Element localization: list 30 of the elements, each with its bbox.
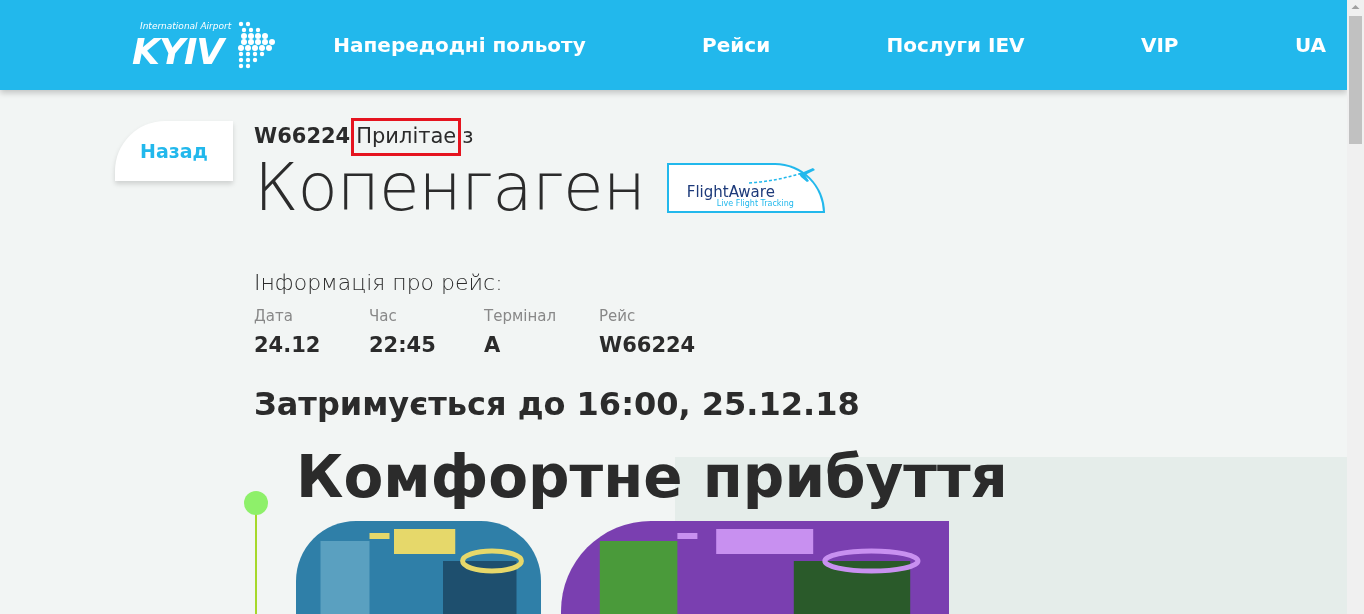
section-title: Комфортне прибуття [296, 445, 1009, 510]
delay-status: Затримується до 16:00, 25.12.18 [254, 383, 860, 425]
preposition: з [462, 123, 474, 150]
scrollbar[interactable] [1347, 0, 1364, 614]
nav-link[interactable]: VIP [1140, 30, 1179, 60]
logo-wordmark: KYIV [132, 33, 232, 70]
info-label: Час [369, 305, 398, 327]
info-label: Дата [254, 305, 294, 327]
info-label: Термінал [484, 305, 557, 327]
back-button[interactable]: Назад [115, 121, 233, 181]
nav-link[interactable]: Рейси [702, 30, 771, 60]
timeline-dot [244, 490, 268, 515]
city-name: Копенгаген [254, 154, 645, 221]
info-value: A [484, 332, 502, 359]
logo-tagline: International Airport [140, 20, 232, 34]
flight-status: Прилітае [354, 121, 459, 153]
flight-number: W66224 [254, 123, 351, 150]
nav-link[interactable]: UA [1294, 30, 1326, 60]
flightaware-logo[interactable]: FlightAware Live Flight Tracking [666, 162, 825, 213]
info-value: 22:45 [369, 332, 437, 359]
flightaware-name: FlightAware [686, 184, 775, 200]
info-value: W66224 [599, 332, 697, 359]
info-label: Рейс [599, 305, 637, 327]
info-heading: Інформація про рейс: [254, 268, 504, 297]
flightaware-tagline: Live Flight Tracking [716, 199, 795, 209]
scrollbar-thumb[interactable] [1349, 16, 1362, 144]
logo[interactable]: International Airport KYIV [132, 19, 284, 71]
nav-link[interactable]: Послуги IEV [886, 30, 1025, 60]
nav-link[interactable]: Напередодні польоту [333, 30, 586, 60]
info-value: 24.12 [254, 332, 322, 359]
